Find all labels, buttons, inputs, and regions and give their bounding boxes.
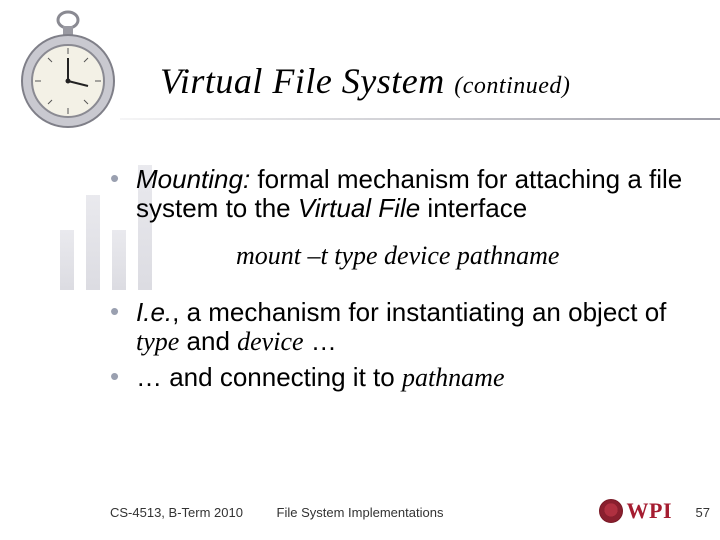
text: … xyxy=(304,326,337,356)
page-number: 57 xyxy=(696,505,710,520)
text: interface xyxy=(420,193,527,223)
bullet-connecting: … and connecting it to pathname xyxy=(110,363,710,392)
term-ie: I.e. xyxy=(136,297,172,327)
slide-body: Mounting: formal mechanism for attaching… xyxy=(110,165,710,398)
text: … and connecting it to xyxy=(136,362,402,392)
term-device: device xyxy=(237,327,303,356)
slide: Virtual File System (continued) Mounting… xyxy=(0,0,720,540)
wpi-logo-text: WPI xyxy=(627,498,673,524)
wpi-seal-icon xyxy=(599,499,623,523)
bar-icon xyxy=(86,195,100,290)
term-virtual-file: Virtual File xyxy=(298,193,420,223)
title-underline xyxy=(120,118,720,120)
pocket-watch-icon xyxy=(18,6,118,136)
title-main: Virtual File System xyxy=(160,61,445,101)
text: and xyxy=(179,326,237,356)
slide-footer: CS-4513, B-Term 2010 File System Impleme… xyxy=(0,490,720,520)
text: , a mechanism for instantiating an objec… xyxy=(172,297,666,327)
title-continued: (continued) xyxy=(454,73,570,99)
bullet-instantiating: I.e., a mechanism for instantiating an o… xyxy=(110,298,710,356)
term-pathname: pathname xyxy=(402,363,505,392)
term-type: type xyxy=(136,327,179,356)
bar-icon xyxy=(60,230,74,290)
bullet-mounting: Mounting: formal mechanism for attaching… xyxy=(110,165,710,270)
term-mounting: Mounting: xyxy=(136,164,250,194)
slide-title: Virtual File System (continued) xyxy=(160,60,700,102)
wpi-logo: WPI xyxy=(599,498,673,524)
mount-command: mount –t type device pathname xyxy=(236,241,710,270)
